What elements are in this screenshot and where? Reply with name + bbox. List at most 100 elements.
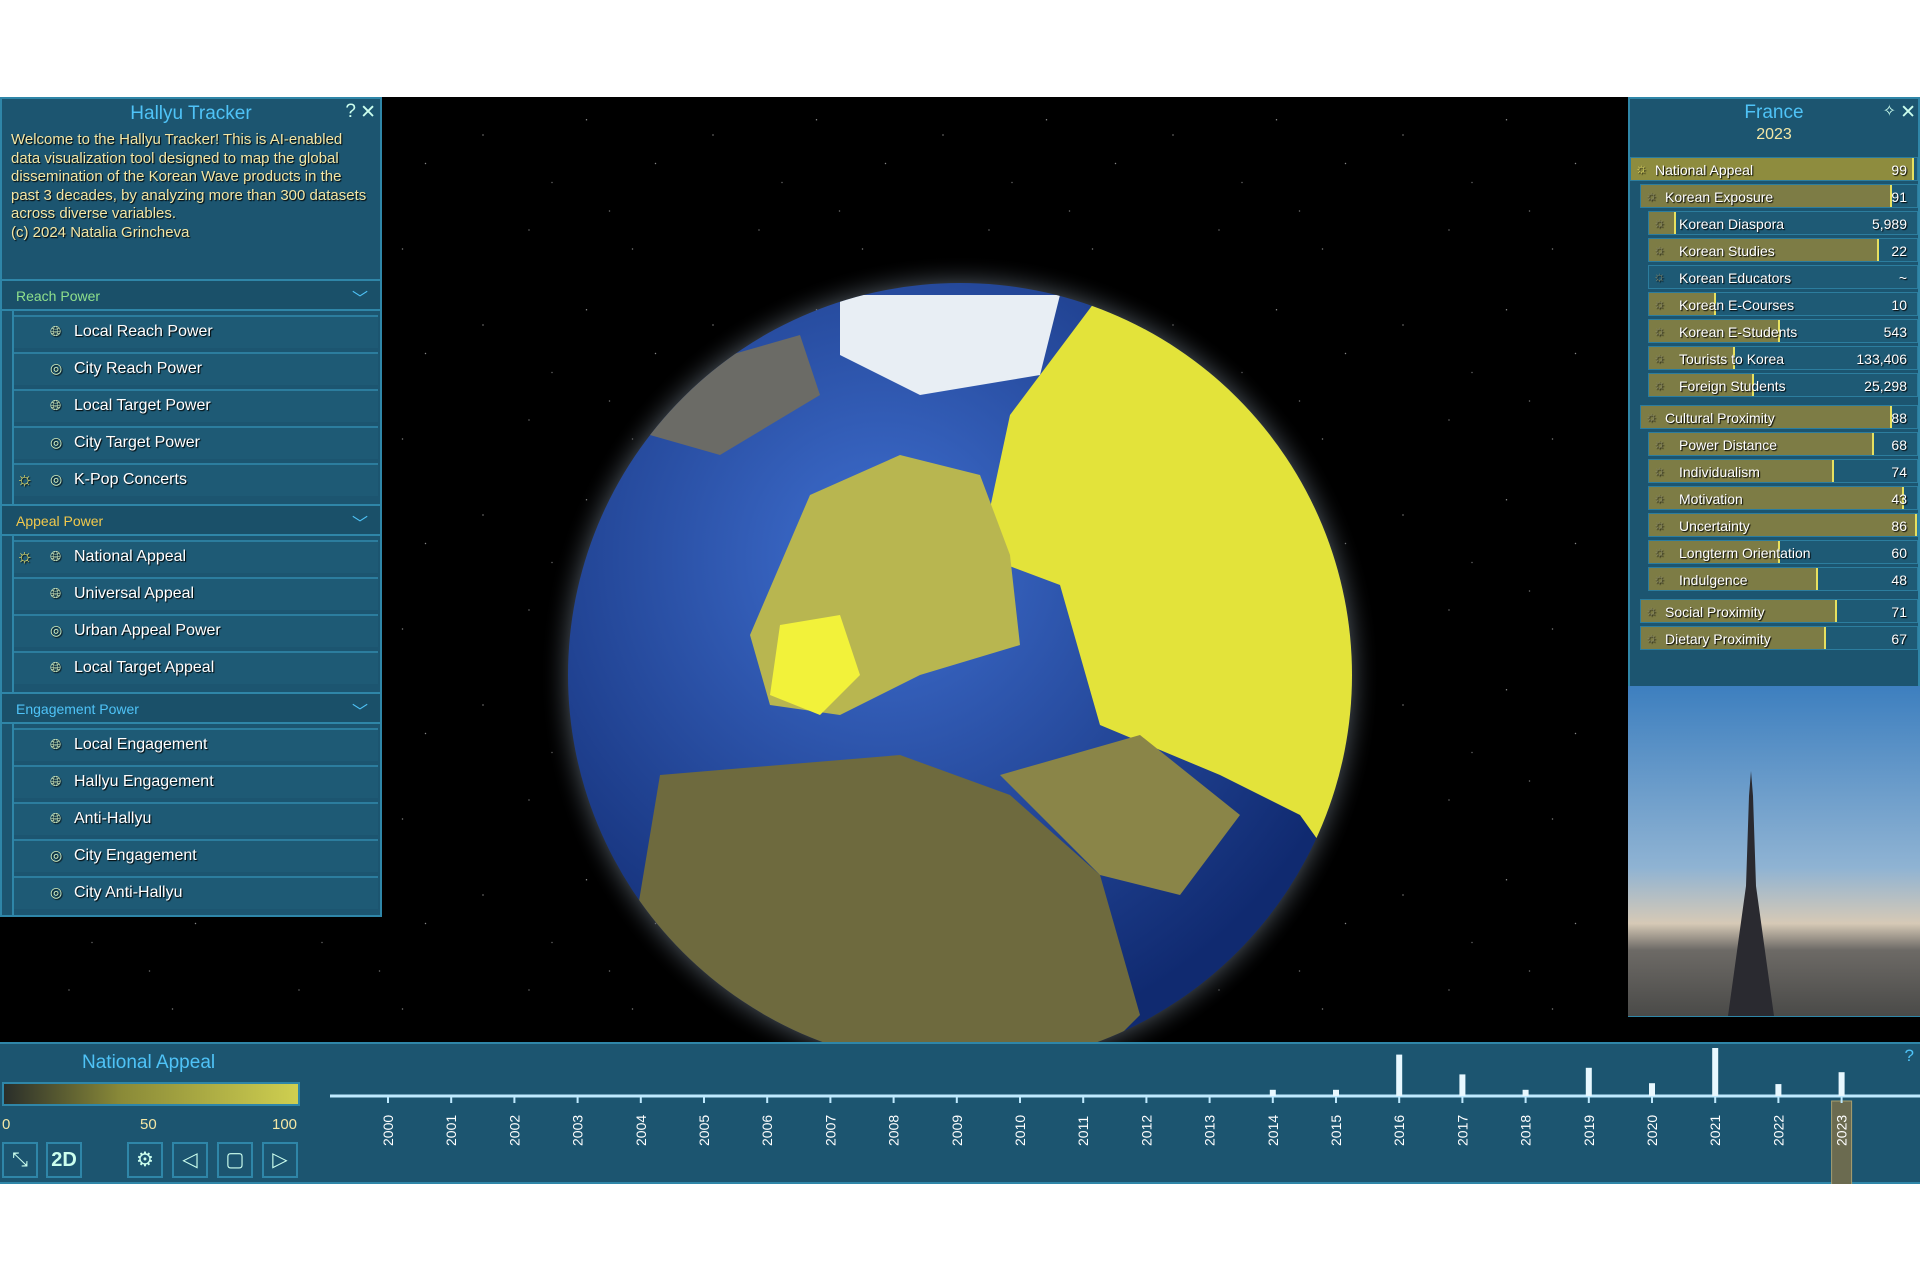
indicator-row-power-distance[interactable]: ☼ Power Distance 68	[1648, 432, 1918, 456]
year-label[interactable]: 2003	[570, 1115, 586, 1146]
year-bar-2021[interactable]	[1712, 1048, 1719, 1096]
help-icon[interactable]: ?	[345, 101, 356, 123]
year-bar-2023[interactable]	[1838, 1072, 1845, 1096]
indicator-label: National Appeal	[1655, 162, 1754, 178]
indicator-row-korean-studies[interactable]: ☼ Korean Studies 22	[1648, 238, 1918, 262]
layer-item-city-engagement[interactable]: ◎ City Engagement	[14, 839, 378, 872]
year-bar-2018[interactable]	[1522, 1089, 1529, 1096]
pin-icon[interactable]: ✧	[1883, 101, 1896, 121]
indicator-row-national-appeal[interactable]: ☼ National Appeal 99	[1630, 157, 1918, 181]
globe-icon: 🌐︎	[50, 773, 62, 789]
layer-menu: Reach Power ﹀ 🌐︎ Local Reach Power ◎ City Rea…	[2, 279, 380, 917]
indicator-label: Korean E-Courses	[1679, 297, 1795, 313]
indicator-row-cultural-proximity[interactable]: ☼ Cultural Proximity 88	[1640, 405, 1918, 429]
year-label[interactable]: 2019	[1581, 1115, 1597, 1146]
layer-item-urban-appeal-power[interactable]: ◎ Urban Appeal Power	[14, 614, 378, 647]
chevron-down-icon[interactable]: ﹀	[352, 510, 368, 534]
layer-item-universal-appeal[interactable]: 🌐︎ Universal Appeal	[14, 577, 378, 610]
year-timeline[interactable]: 2000 2001 2002 2003 2004 2005 2006 2007 2008 2009…	[320, 1044, 1920, 1184]
year-label[interactable]: 2021	[1707, 1115, 1723, 1146]
year-label[interactable]: 2006	[759, 1115, 775, 1146]
year-bar-2015[interactable]	[1333, 1089, 1339, 1096]
stop-button[interactable]: ▢	[217, 1142, 253, 1178]
year-label[interactable]: 2009	[949, 1115, 965, 1146]
country-header: France 2023 ✧ ✕	[1630, 99, 1918, 157]
indicator-label: Korean Diaspora	[1679, 216, 1785, 232]
layer-item-hallyu-engagement[interactable]: 🌐︎ Hallyu Engagement	[14, 765, 378, 798]
year-bar-2019[interactable]	[1585, 1067, 1592, 1096]
layer-item-city-anti-hallyu[interactable]: ◎ City Anti-Hallyu	[14, 876, 378, 909]
year-bar-2017[interactable]	[1459, 1074, 1466, 1096]
indicator-row-tourists-to-korea[interactable]: ☼ Tourists to Korea 133,406	[1648, 346, 1918, 370]
layer-item-k-pop-concerts[interactable]: ☼ ◎ K-Pop Concerts	[14, 463, 378, 496]
layer-item-city-reach-power[interactable]: ◎ City Reach Power	[14, 352, 378, 385]
year-label[interactable]: 2004	[633, 1115, 649, 1146]
indicator-label: Cultural Proximity	[1665, 410, 1775, 426]
settings-button[interactable]: ⚙	[127, 1142, 163, 1178]
layer-label: Anti-Hallyu	[74, 810, 152, 827]
indicator-row-motivation[interactable]: ☼ Motivation 43	[1648, 486, 1918, 510]
year-label[interactable]: 2023	[1834, 1115, 1850, 1146]
indicator-row-indulgence[interactable]: ☼ Indulgence 48	[1648, 567, 1918, 591]
selected-year: 2023	[1756, 126, 1792, 143]
indicator-row-korean-educators[interactable]: ☼ Korean Educators ~	[1648, 265, 1918, 289]
year-label[interactable]: 2015	[1328, 1115, 1344, 1146]
previous-button[interactable]: ◁	[172, 1142, 208, 1178]
play-button[interactable]: ▷	[262, 1142, 298, 1178]
chevron-down-icon[interactable]: ﹀	[352, 285, 368, 309]
indicator-row-social-proximity[interactable]: ☼ Social Proximity 71	[1640, 599, 1918, 623]
year-label[interactable]: 2000	[380, 1115, 396, 1146]
year-label[interactable]: 2014	[1265, 1115, 1281, 1146]
copyright: (c) 2024 Natalia Grincheva	[11, 223, 190, 241]
indicator-row-foreign-students[interactable]: ☼ Foreign Students 25,298	[1648, 373, 1918, 397]
sun-icon: ☼	[1653, 214, 1666, 230]
section-header-appeal-power[interactable]: Appeal Power ﹀	[2, 504, 380, 536]
help-icon[interactable]: ?	[1905, 1046, 1914, 1066]
globe-icon: 🌐︎	[50, 548, 62, 564]
section-header-engagement-power[interactable]: Engagement Power ﹀	[2, 692, 380, 724]
close-icon[interactable]: ✕	[1900, 101, 1916, 124]
year-label[interactable]: 2010	[1012, 1115, 1028, 1146]
year-label[interactable]: 2007	[822, 1115, 838, 1146]
collapse-button[interactable]: ⤡	[2, 1142, 38, 1178]
layer-item-city-target-power[interactable]: ◎ City Target Power	[14, 426, 378, 459]
year-label[interactable]: 2002	[506, 1115, 522, 1146]
year-label[interactable]: 2013	[1202, 1115, 1218, 1146]
year-label[interactable]: 2011	[1075, 1116, 1091, 1146]
layer-item-local-reach-power[interactable]: 🌐︎ Local Reach Power	[14, 315, 378, 348]
year-bar-2016[interactable]	[1396, 1054, 1403, 1096]
layer-label: Local Reach Power	[74, 323, 213, 340]
year-label[interactable]: 2012	[1138, 1115, 1154, 1146]
year-label[interactable]: 2017	[1454, 1115, 1470, 1146]
year-label[interactable]: 2001	[443, 1115, 459, 1146]
layer-item-local-target-power[interactable]: 🌐︎ Local Target Power	[14, 389, 378, 422]
layer-item-national-appeal[interactable]: ☼ 🌐︎ National Appeal	[14, 540, 378, 573]
year-label[interactable]: 2020	[1644, 1115, 1660, 1146]
section-header-reach-power[interactable]: Reach Power ﹀	[2, 279, 380, 311]
year-bar-2020[interactable]	[1649, 1083, 1655, 1096]
indicator-row-korean-diaspora[interactable]: ☼ Korean Diaspora 5,989	[1648, 211, 1918, 235]
layer-item-local-engagement[interactable]: 🌐︎ Local Engagement	[14, 728, 378, 761]
indicator-row-korean-exposure[interactable]: ☼ Korean Exposure 91	[1640, 184, 1918, 208]
indicator-row-korean-e-courses[interactable]: ☼ Korean E-Courses 10	[1648, 292, 1918, 316]
layer-item-anti-hallyu[interactable]: 🌐︎ Anti-Hallyu	[14, 802, 378, 835]
year-bar-2014[interactable]	[1269, 1089, 1276, 1096]
chevron-down-icon[interactable]: ﹀	[352, 698, 368, 722]
indicator-row-individualism[interactable]: ☼ Individualism 74	[1648, 459, 1918, 483]
year-label[interactable]: 2022	[1770, 1115, 1786, 1146]
year-bar-2022[interactable]	[1775, 1084, 1782, 1096]
indicator-row-uncertainty[interactable]: ☼ Uncertainty 86	[1648, 513, 1918, 537]
year-label[interactable]: 2018	[1518, 1115, 1534, 1146]
indicator-row-dietary-proximity[interactable]: ☼ Dietary Proximity 67	[1640, 626, 1918, 650]
layer-item-local-target-appeal[interactable]: 🌐︎ Local Target Appeal	[14, 651, 378, 684]
2d-mode-button[interactable]: 2D	[46, 1142, 82, 1178]
sun-icon: ☼	[1653, 241, 1666, 257]
globe-map[interactable]	[540, 255, 1380, 1095]
year-label[interactable]: 2005	[696, 1115, 712, 1146]
indicator-label: Tourists to Korea	[1679, 351, 1785, 367]
year-label[interactable]: 2016	[1391, 1115, 1407, 1146]
year-label[interactable]: 2008	[886, 1115, 902, 1146]
indicator-row-longterm-orientation[interactable]: ☼ Longterm Orientation 60	[1648, 540, 1918, 564]
close-icon[interactable]: ✕	[360, 101, 376, 124]
indicator-row-korean-e-students[interactable]: ☼ Korean E-Students 543	[1648, 319, 1918, 343]
